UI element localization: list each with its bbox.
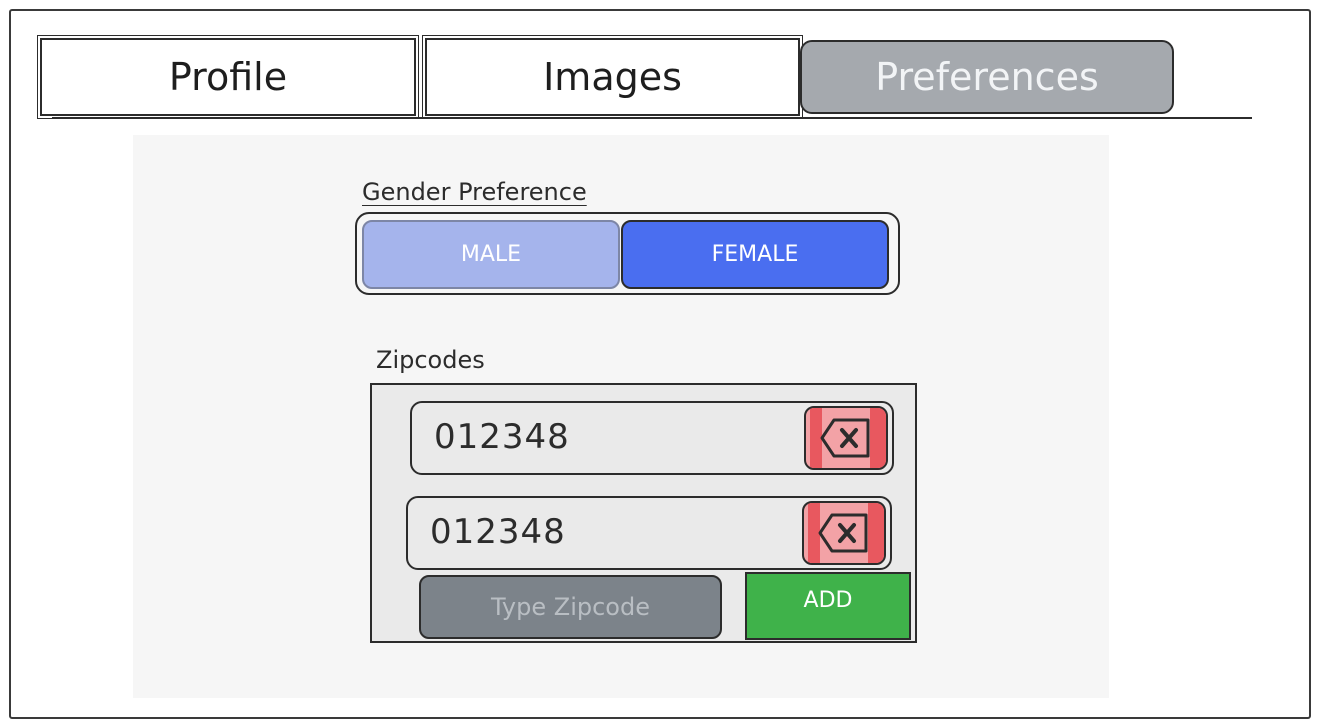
zipcode-value: 012348	[430, 512, 566, 552]
backspace-x-icon	[818, 513, 868, 553]
tab-profile[interactable]: Profile	[37, 35, 419, 119]
zipcodes-label: Zipcodes	[376, 346, 485, 374]
delete-zipcode-button[interactable]	[804, 406, 888, 470]
gender-option-male[interactable]: MALE	[362, 220, 620, 289]
tab-images[interactable]: Images	[422, 35, 803, 119]
gender-option-female[interactable]: FEMALE	[621, 220, 889, 289]
zipcode-input[interactable]	[419, 575, 722, 639]
gender-toggle: MALE FEMALE	[355, 212, 900, 295]
delete-zipcode-button[interactable]	[802, 501, 886, 565]
gender-preference-label: Gender Preference	[362, 178, 587, 206]
backspace-x-icon	[820, 418, 870, 458]
tab-preferences[interactable]: Preferences	[800, 40, 1174, 114]
zipcode-item: 012348	[410, 401, 894, 475]
tab-bar-divider	[52, 117, 1252, 119]
zipcode-value: 012348	[434, 417, 570, 457]
add-zipcode-button[interactable]: ADD	[745, 572, 911, 640]
zipcode-item: 012348	[406, 496, 892, 570]
